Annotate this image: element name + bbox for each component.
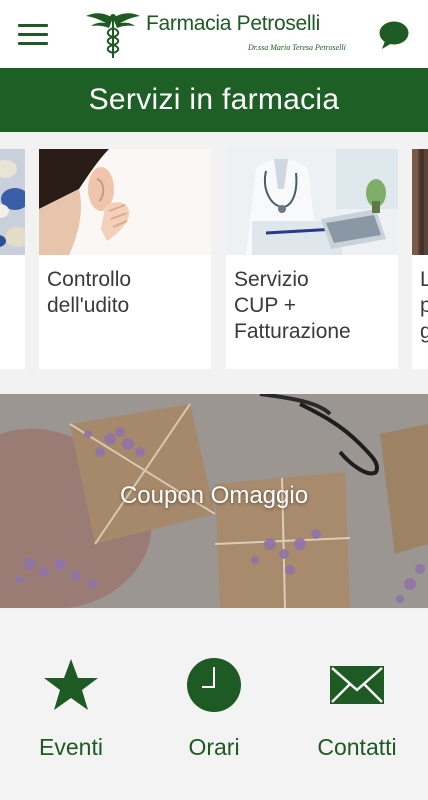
coupon-banner[interactable]: Coupon Omaggio (0, 394, 428, 608)
section-title: Servizi in farmacia (88, 83, 340, 116)
nav-label: Eventi (39, 734, 103, 760)
service-label: Controllo dell'udito (47, 268, 132, 317)
nav-orari[interactable]: Orari (143, 610, 285, 800)
service-image-ear (39, 149, 211, 255)
service-card-cup[interactable]: Servizio CUP + Fatturazione (226, 149, 398, 369)
service-image-pills (0, 149, 25, 255)
service-label: Servizio CUP + Fatturazione (234, 268, 351, 343)
nav-eventi[interactable]: Eventi (0, 610, 142, 800)
service-image-wood (412, 149, 428, 255)
nav-label: Orari (188, 734, 240, 760)
service-label: L p g (420, 268, 428, 343)
service-card[interactable]: L p g (412, 149, 428, 369)
nav-label: Contatti (317, 734, 397, 760)
service-image-doctor (226, 149, 398, 255)
caduceus-logo-icon (86, 13, 140, 58)
chat-bubble-icon[interactable] (378, 20, 410, 50)
coupon-title: Coupon Omaggio (119, 482, 309, 509)
service-card[interactable] (0, 149, 25, 369)
hamburger-menu-icon[interactable] (18, 24, 48, 46)
service-card-udito[interactable]: Controllo dell'udito (39, 149, 211, 369)
brand-subtitle: Dr.ssa Maria Teresa Petroselli (248, 43, 346, 52)
envelope-icon (330, 666, 384, 704)
bottom-navigation: Eventi Orari Contatti (0, 610, 428, 800)
star-icon (44, 659, 98, 710)
section-header: Servizi in farmacia (0, 68, 428, 132)
services-carousel[interactable]: Controllo dell'udito Servizio CUP + Fatt… (0, 132, 428, 392)
clock-icon (187, 658, 241, 712)
app-header: Farmacia Petroselli Dr.ssa Maria Teresa … (0, 0, 428, 68)
brand-name: Farmacia Petroselli (146, 12, 321, 35)
nav-contatti[interactable]: Contatti (286, 610, 428, 800)
